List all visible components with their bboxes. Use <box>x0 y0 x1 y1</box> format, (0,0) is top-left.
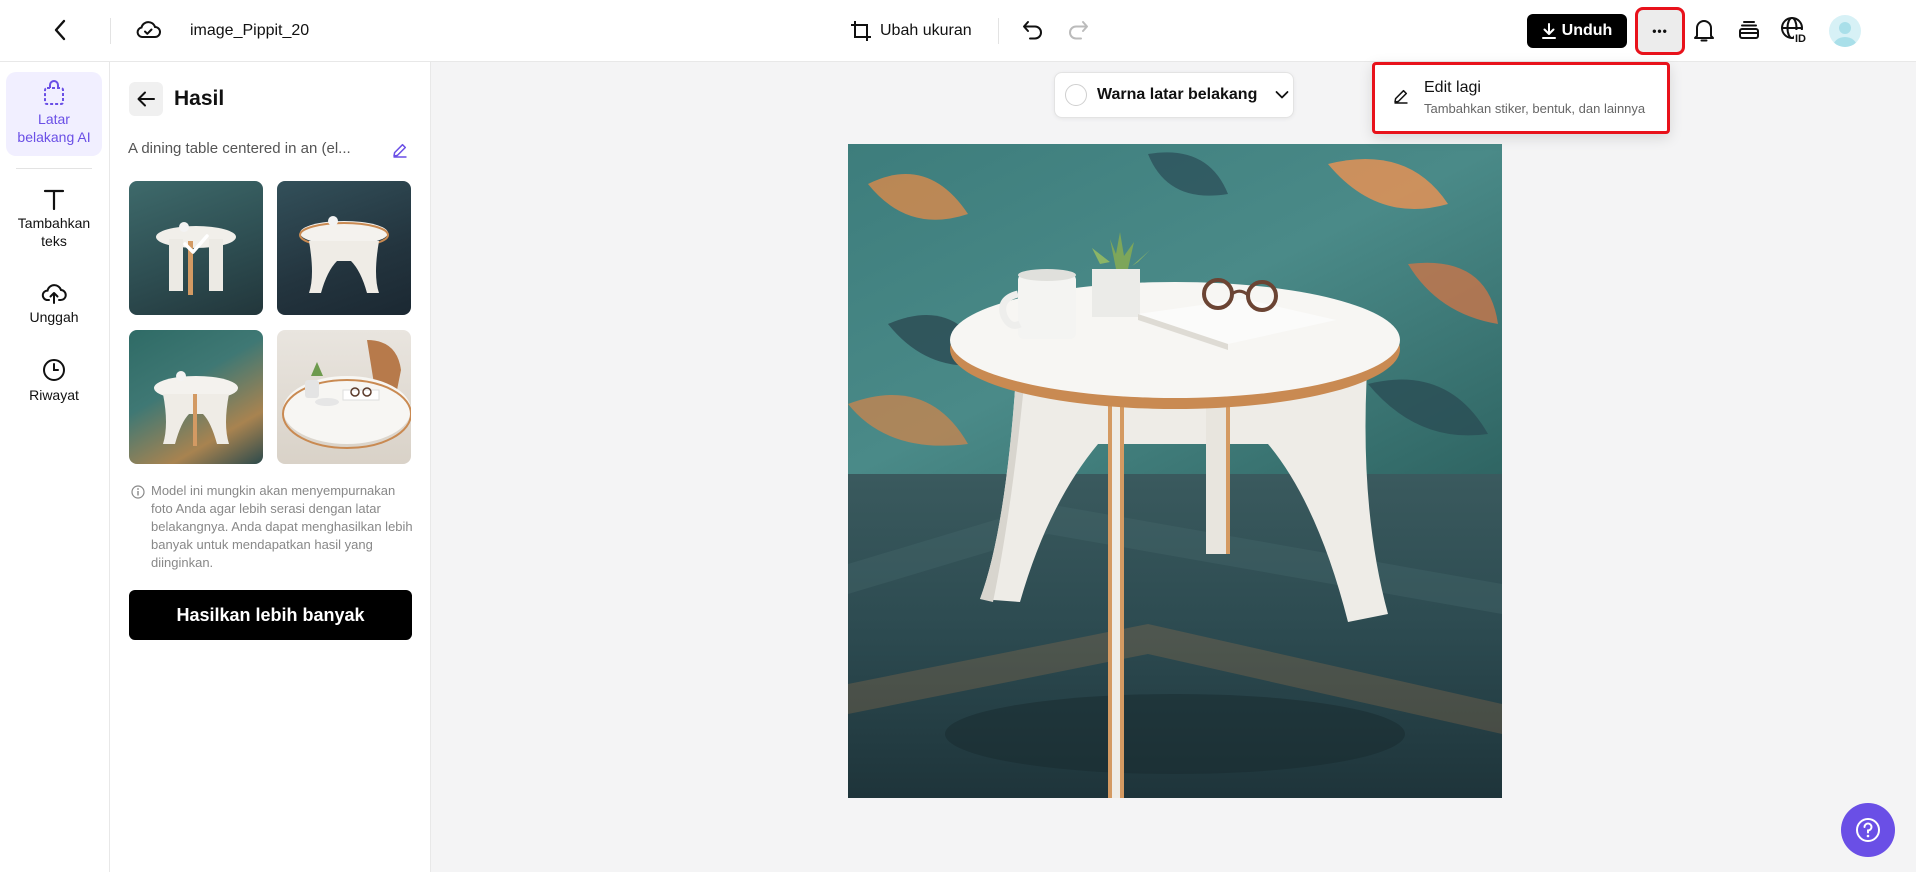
check-icon <box>182 233 210 260</box>
chevron-down-icon <box>1275 90 1289 100</box>
results-panel: Hasil A dining table centered in an (el.… <box>111 62 431 872</box>
undo-icon[interactable] <box>1017 14 1049 46</box>
result-thumbnail[interactable] <box>277 330 411 464</box>
avatar[interactable] <box>1829 15 1861 47</box>
generate-more-button[interactable]: Hasilkan lebih banyak <box>129 590 412 640</box>
question-icon <box>1855 817 1881 843</box>
rail-item-ai-background[interactable]: Latar belakang AI <box>6 72 102 156</box>
clock-icon <box>42 358 66 382</box>
edit-prompt-icon[interactable] <box>388 138 412 162</box>
redo-icon[interactable] <box>1062 14 1094 46</box>
resize-label: Ubah ukuran <box>880 22 972 39</box>
prompt-text[interactable]: A dining table centered in an (el... <box>128 139 378 159</box>
canvas-area: Warna latar belakang <box>431 62 1916 872</box>
back-icon[interactable] <box>44 14 76 46</box>
more-options-button[interactable]: ••• <box>1635 7 1685 55</box>
panel-title: Hasil <box>174 87 225 110</box>
cloud-sync-icon[interactable] <box>132 14 164 46</box>
download-button[interactable]: Unduh <box>1527 14 1627 48</box>
help-button[interactable] <box>1841 803 1895 857</box>
bell-icon[interactable] <box>1688 14 1720 46</box>
canvas-image[interactable] <box>848 144 1502 798</box>
pencil-icon <box>1393 88 1409 104</box>
color-swatch <box>1065 84 1087 106</box>
menu-item-edit-again[interactable]: Edit lagi Tambahkan stiker, bentuk, dan … <box>1375 65 1667 131</box>
rail-item-add-text[interactable]: Tambahkan teks <box>6 188 102 254</box>
info-text: Model ini mungkin akan menyempurnakan fo… <box>151 483 413 570</box>
svg-text:ID: ID <box>1795 33 1806 44</box>
text-icon <box>43 188 65 210</box>
rail-label: Riwayat <box>29 387 79 403</box>
menu-item-subtitle: Tambahkan stiker, bentuk, dan lainnya <box>1424 101 1646 116</box>
bag-icon <box>42 80 66 106</box>
rail-item-history[interactable]: Riwayat <box>6 358 102 408</box>
upload-cloud-icon <box>41 282 67 304</box>
bg-color-label: Warna latar belakang <box>1097 86 1258 103</box>
resize-icon <box>850 20 872 42</box>
arrow-left-icon[interactable] <box>129 82 163 116</box>
divider <box>998 18 999 44</box>
more-icon: ••• <box>1652 24 1668 38</box>
language-globe-icon[interactable]: ID <box>1778 13 1812 47</box>
rail-item-upload[interactable]: Unggah <box>6 282 102 332</box>
divider <box>110 18 111 44</box>
divider <box>16 168 92 169</box>
menu-item-title: Edit lagi <box>1424 79 1481 96</box>
result-thumbnail[interactable] <box>129 181 263 315</box>
download-label: Unduh <box>1561 22 1613 39</box>
result-thumbnail[interactable] <box>129 330 263 464</box>
background-color-picker[interactable]: Warna latar belakang <box>1054 72 1294 118</box>
resize-button[interactable]: Ubah ukuran <box>850 16 980 46</box>
more-options-menu: Edit lagi Tambahkan stiker, bentuk, dan … <box>1372 62 1670 134</box>
file-name[interactable]: image_Pippit_20 <box>190 20 310 42</box>
result-thumbnail[interactable] <box>277 181 411 315</box>
generate-more-label: Hasilkan lebih banyak <box>176 604 365 625</box>
top-bar: image_Pippit_20 Ubah ukuran Unduh ••• ID <box>0 0 1916 62</box>
download-icon <box>1541 23 1556 39</box>
rail-label: Latar belakang AI <box>17 111 91 145</box>
tool-rail: Latar belakang AI Tambahkan teks Unggah … <box>0 62 110 872</box>
layers-icon[interactable] <box>1733 14 1765 46</box>
rail-label: Unggah <box>29 309 79 325</box>
rail-label: Tambahkan teks <box>17 215 91 249</box>
info-icon <box>131 485 145 499</box>
